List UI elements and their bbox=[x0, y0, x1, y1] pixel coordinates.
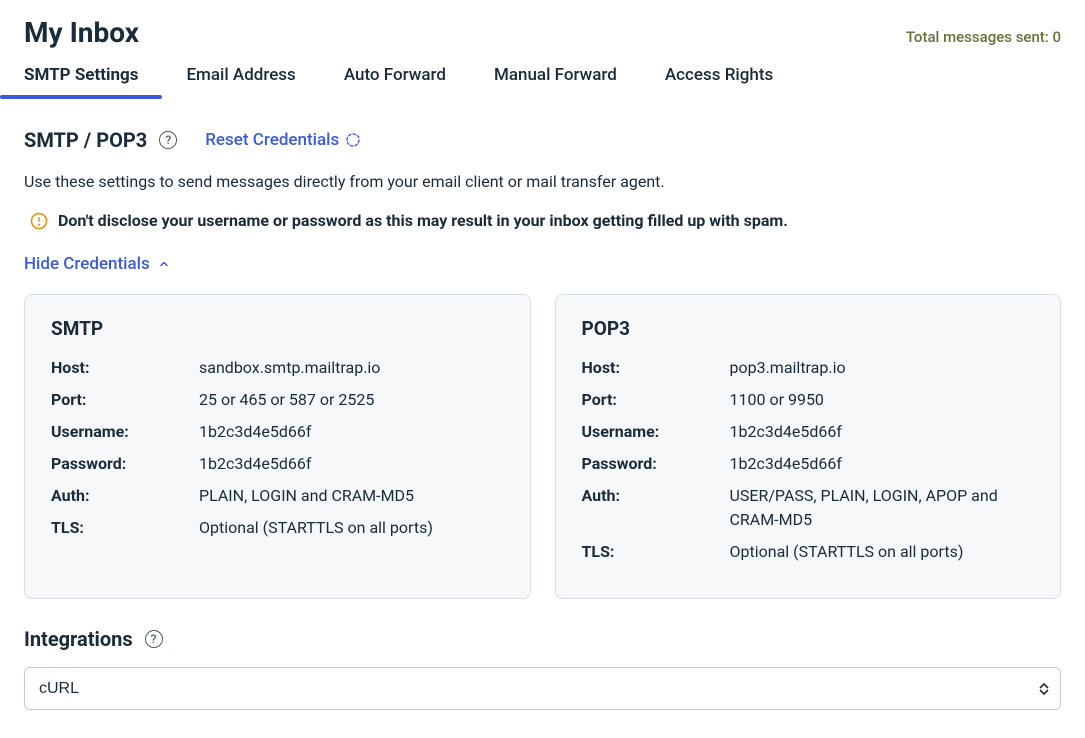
help-icon[interactable]: ? bbox=[159, 131, 177, 149]
smtp-card-title: SMTP bbox=[51, 317, 504, 340]
pop3-port-value: 1100 or 9950 bbox=[730, 388, 1035, 412]
pop3-username-value: 1b2c3d4e5d66f bbox=[730, 420, 1035, 444]
tab-manual-forward[interactable]: Manual Forward bbox=[494, 65, 617, 99]
tab-access-rights[interactable]: Access Rights bbox=[665, 65, 773, 99]
warning-text: Don't disclose your username or password… bbox=[58, 211, 788, 230]
refresh-icon bbox=[345, 132, 361, 148]
help-icon[interactable]: ? bbox=[145, 630, 163, 648]
total-messages-sent: Total messages sent: 0 bbox=[906, 28, 1061, 46]
pop3-password-value: 1b2c3d4e5d66f bbox=[730, 452, 1035, 476]
hide-credentials-toggle[interactable]: Hide Credentials bbox=[24, 254, 170, 274]
pop3-password-label: Password: bbox=[582, 452, 730, 476]
smtp-password-label: Password: bbox=[51, 452, 199, 476]
warning-icon bbox=[30, 212, 48, 230]
integrations-title: Integrations bbox=[24, 627, 133, 651]
smtp-username-value: 1b2c3d4e5d66f bbox=[199, 420, 504, 444]
reset-credentials-label: Reset Credentials bbox=[205, 130, 339, 150]
tab-auto-forward[interactable]: Auto Forward bbox=[344, 65, 446, 99]
smtp-tls-label: TLS: bbox=[51, 516, 199, 540]
pop3-port-label: Port: bbox=[582, 388, 730, 412]
hide-credentials-label: Hide Credentials bbox=[24, 254, 150, 274]
smtp-host-label: Host: bbox=[51, 356, 199, 380]
pop3-card: POP3 Host: pop3.mailtrap.io Port: 1100 o… bbox=[555, 294, 1062, 599]
page-title: My Inbox bbox=[24, 16, 139, 49]
smtp-auth-value: PLAIN, LOGIN and CRAM-MD5 bbox=[199, 484, 504, 508]
reset-credentials-link[interactable]: Reset Credentials bbox=[205, 130, 361, 150]
tabs-bar: SMTP Settings Email Address Auto Forward… bbox=[24, 65, 1061, 100]
chevron-up-icon bbox=[158, 258, 170, 270]
pop3-host-value: pop3.mailtrap.io bbox=[730, 356, 1035, 380]
pop3-auth-label: Auth: bbox=[582, 484, 730, 508]
smtp-password-value: 1b2c3d4e5d66f bbox=[199, 452, 504, 476]
smtp-card: SMTP Host: sandbox.smtp.mailtrap.io Port… bbox=[24, 294, 531, 599]
pop3-card-title: POP3 bbox=[582, 317, 1035, 340]
smtp-tls-value: Optional (STARTTLS on all ports) bbox=[199, 516, 504, 540]
smtp-port-label: Port: bbox=[51, 388, 199, 412]
smtp-auth-label: Auth: bbox=[51, 484, 199, 508]
pop3-host-label: Host: bbox=[582, 356, 730, 380]
tab-smtp-settings[interactable]: SMTP Settings bbox=[24, 65, 138, 99]
pop3-auth-value: USER/PASS, PLAIN, LOGIN, APOP and CRAM-M… bbox=[730, 484, 1035, 532]
tab-email-address[interactable]: Email Address bbox=[186, 65, 295, 99]
section-title: SMTP / POP3 bbox=[24, 128, 147, 152]
smtp-host-value: sandbox.smtp.mailtrap.io bbox=[199, 356, 504, 380]
pop3-username-label: Username: bbox=[582, 420, 730, 444]
integrations-select[interactable]: cURL bbox=[24, 667, 1061, 710]
pop3-tls-value: Optional (STARTTLS on all ports) bbox=[730, 540, 1035, 564]
smtp-username-label: Username: bbox=[51, 420, 199, 444]
section-description: Use these settings to send messages dire… bbox=[24, 172, 1061, 191]
pop3-tls-label: TLS: bbox=[582, 540, 730, 564]
smtp-port-value: 25 or 465 or 587 or 2525 bbox=[199, 388, 504, 412]
